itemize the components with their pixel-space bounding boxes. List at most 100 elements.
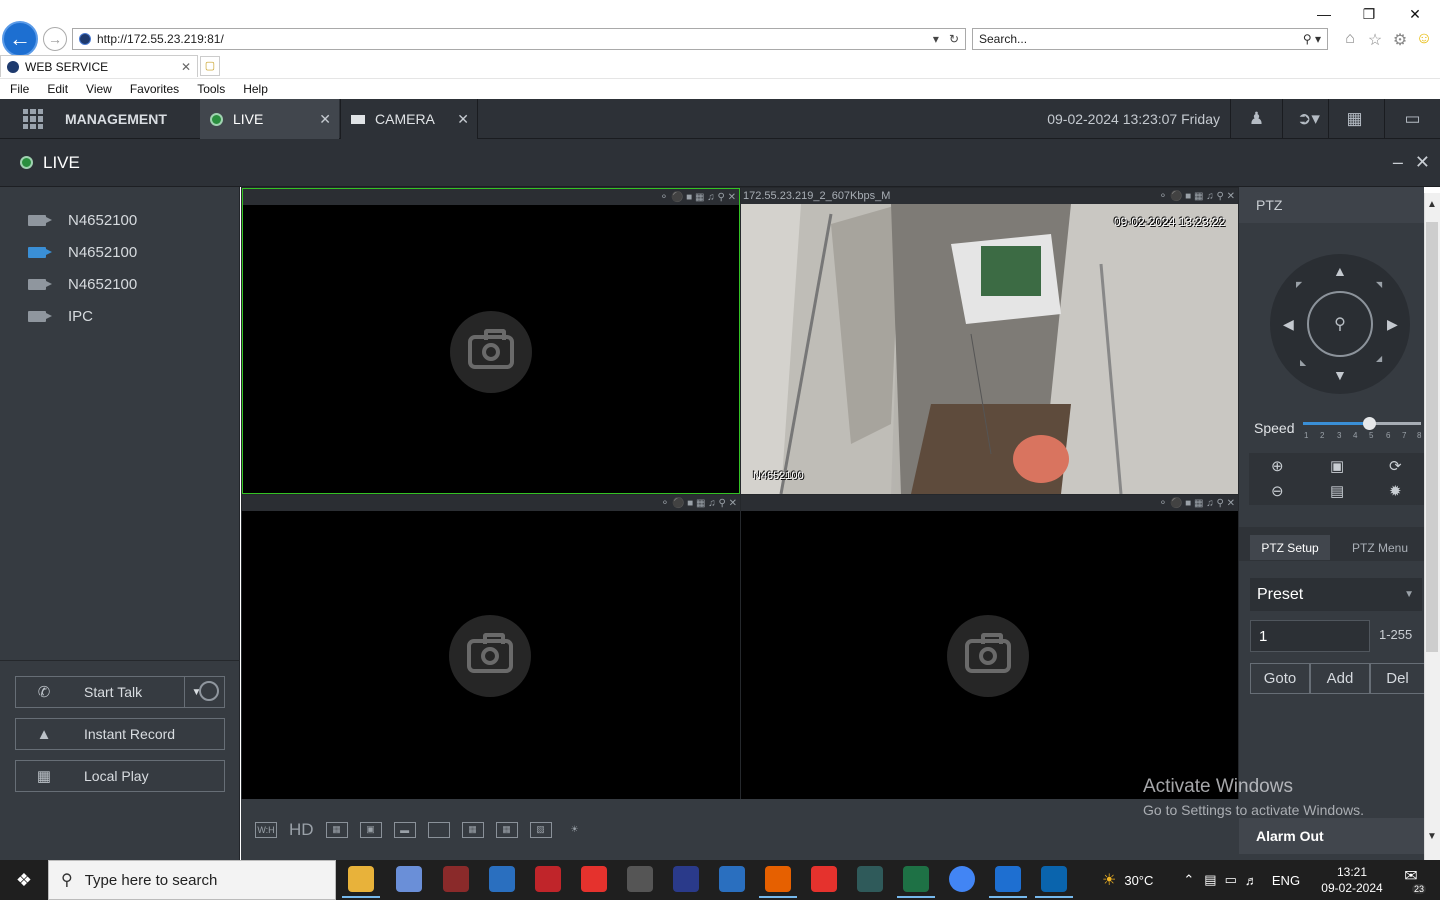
brightness-icon[interactable]: ☀: [564, 822, 586, 838]
zoom-in-icon[interactable]: ⊕: [1271, 457, 1284, 475]
aperture-icon[interactable]: ✹: [1389, 482, 1402, 500]
scroll-down-icon[interactable]: ▼: [1424, 831, 1440, 842]
device-item[interactable]: N4652100: [28, 273, 137, 295]
hd-button[interactable]: HD: [289, 820, 314, 840]
layout-4-icon[interactable]: ▦: [461, 821, 484, 838]
volume-icon[interactable]: ♬: [1245, 873, 1258, 888]
app-icon[interactable]: [857, 866, 883, 892]
aspect-ratio-button[interactable]: W:H: [255, 821, 277, 838]
tab-live[interactable]: LIVE ✕: [200, 99, 339, 139]
focus-far-icon[interactable]: ▤: [1330, 482, 1344, 500]
app-icon[interactable]: [535, 866, 561, 892]
device-item[interactable]: N4652100: [28, 241, 137, 263]
app-icon[interactable]: [581, 866, 607, 892]
pan-left-icon[interactable]: ◀: [1283, 317, 1294, 331]
ptz-center-zoom-button[interactable]: ⚲: [1307, 291, 1373, 357]
start-talk-button[interactable]: ✆ Start Talk ▼: [15, 676, 225, 708]
minimize-icon[interactable]: –: [1393, 152, 1403, 173]
scroll-up-icon[interactable]: ▲: [1424, 199, 1440, 210]
outlook-icon[interactable]: [1035, 866, 1073, 898]
video-cell-1[interactable]: ⚬ ⚫ ■ ▦ ♫ ⚲ ✕: [242, 188, 740, 494]
battery-icon[interactable]: ▭: [1225, 872, 1237, 888]
local-play-button[interactable]: ▦ Local Play: [15, 760, 225, 792]
smiley-feedback-icon[interactable]: ☺: [1414, 30, 1434, 50]
iris-rotate-icon[interactable]: ⟳: [1389, 457, 1402, 475]
excel-icon[interactable]: [897, 866, 935, 898]
preset-number-input[interactable]: 1: [1250, 620, 1370, 652]
windows-start-icon[interactable]: ❖: [0, 860, 48, 900]
minimize-window-button[interactable]: —: [1304, 4, 1344, 24]
pan-up-right-icon[interactable]: ◥: [1376, 280, 1382, 289]
language-indicator[interactable]: ENG: [1272, 873, 1300, 888]
chrome-icon[interactable]: [949, 866, 975, 892]
video-cell-3[interactable]: ⚬ ⚫ ■ ▦ ♫ ⚲ ✕: [242, 495, 740, 799]
speed-slider-knob[interactable]: [1363, 417, 1376, 430]
alarm-out-header[interactable]: Alarm Out: [1239, 818, 1424, 854]
menu-view[interactable]: View: [86, 82, 112, 96]
chevron-up-icon[interactable]: ⌃: [1183, 872, 1194, 888]
settings-app-icon[interactable]: [627, 866, 653, 892]
menu-edit[interactable]: Edit: [47, 82, 68, 96]
instant-record-button[interactable]: ▲ Instant Record: [15, 718, 225, 750]
pan-up-left-icon[interactable]: ◤: [1296, 280, 1302, 289]
temperature[interactable]: 30°C: [1124, 873, 1153, 888]
network-icon[interactable]: ▤: [1204, 872, 1216, 888]
scrollbar-thumb[interactable]: [1426, 222, 1438, 652]
del-button[interactable]: Del: [1370, 663, 1425, 694]
app-icon[interactable]: [443, 866, 469, 892]
file-explorer-icon[interactable]: [342, 866, 380, 898]
device-item[interactable]: IPC: [28, 305, 93, 327]
taskbar-search-field[interactable]: ⚲ Type here to search: [48, 860, 336, 900]
video-cell-2[interactable]: 172.55.23.219_2_607Kbps_M ⚬ ⚫ ■ ▦ ♫ ⚲ ✕ …: [741, 188, 1238, 494]
close-icon[interactable]: ✕: [457, 111, 469, 128]
layout-6-icon[interactable]: ▦: [495, 821, 518, 838]
cell-tools-icon[interactable]: ⚬ ⚫ ■ ▦ ♫ ⚲ ✕: [1159, 191, 1238, 202]
fullscreen-icon[interactable]: ▣: [359, 821, 382, 838]
tab-ptz-setup[interactable]: PTZ Setup: [1250, 535, 1330, 560]
tab-ptz-menu[interactable]: PTZ Menu: [1336, 535, 1424, 560]
focus-near-icon[interactable]: ▣: [1330, 457, 1344, 475]
app-icon[interactable]: [673, 866, 699, 892]
favorites-star-icon[interactable]: ☆: [1365, 30, 1385, 50]
menu-file[interactable]: File: [10, 82, 29, 96]
address-bar[interactable]: http://172.55.23.219:81/ ▾ ↻: [72, 28, 966, 50]
close-tab-icon[interactable]: ✕: [181, 60, 191, 74]
user-icon[interactable]: ♟: [1230, 99, 1282, 139]
settings-gear-icon[interactable]: ⚙: [1390, 30, 1410, 50]
preset-select[interactable]: Preset ▼: [1250, 578, 1422, 611]
layout-1-icon[interactable]: ▬: [393, 821, 416, 838]
back-button[interactable]: ←: [2, 21, 38, 57]
goto-button[interactable]: Goto: [1250, 663, 1310, 694]
taskbar-clock[interactable]: 13:21 09-02-2024: [1312, 864, 1392, 896]
forward-button[interactable]: →: [43, 27, 67, 51]
layout-8-icon[interactable]: ▧: [529, 821, 552, 838]
device-item[interactable]: N4652100: [28, 209, 137, 231]
cell-tools-icon[interactable]: ⚬ ⚫ ■ ▦ ♫ ⚲ ✕: [660, 192, 739, 203]
menu-tools[interactable]: Tools: [197, 82, 225, 96]
close-window-button[interactable]: ✕: [1395, 4, 1435, 24]
pan-up-icon[interactable]: ▲: [1333, 264, 1347, 278]
notification-icon[interactable]: ✉ 23: [1398, 866, 1426, 894]
video-cell-4[interactable]: ⚬ ⚫ ■ ▦ ♫ ⚲ ✕: [741, 495, 1238, 799]
qr-code-icon[interactable]: ▦: [1328, 99, 1380, 139]
talk-status-icon[interactable]: [199, 681, 219, 701]
firefox-icon[interactable]: [759, 866, 797, 898]
close-icon[interactable]: ✕: [1415, 152, 1430, 173]
dropdown-icon[interactable]: ▾: [933, 32, 939, 46]
pan-right-icon[interactable]: ▶: [1387, 317, 1398, 331]
search-icon[interactable]: ⚲ ▾: [1303, 32, 1327, 46]
pan-down-icon[interactable]: ▼: [1333, 368, 1347, 382]
restore-window-button[interactable]: ❐: [1349, 4, 1389, 24]
cell-tools-icon[interactable]: ⚬ ⚫ ■ ▦ ♫ ⚲ ✕: [1159, 498, 1238, 509]
menu-favorites[interactable]: Favorites: [130, 82, 179, 96]
stream-switch-icon[interactable]: ▦: [325, 821, 348, 838]
logout-icon[interactable]: ➲▾: [1282, 99, 1334, 139]
management-button[interactable]: MANAGEMENT: [0, 99, 200, 139]
tab-camera[interactable]: CAMERA ✕: [340, 99, 478, 139]
app-icon[interactable]: [396, 866, 422, 892]
menu-help[interactable]: Help: [243, 82, 268, 96]
anydesk-icon[interactable]: [811, 866, 837, 892]
browser-search-field[interactable]: Search... ⚲ ▾: [972, 28, 1328, 50]
browser-tab[interactable]: WEB SERVICE ✕: [0, 55, 198, 77]
internet-explorer-icon[interactable]: [989, 866, 1027, 898]
